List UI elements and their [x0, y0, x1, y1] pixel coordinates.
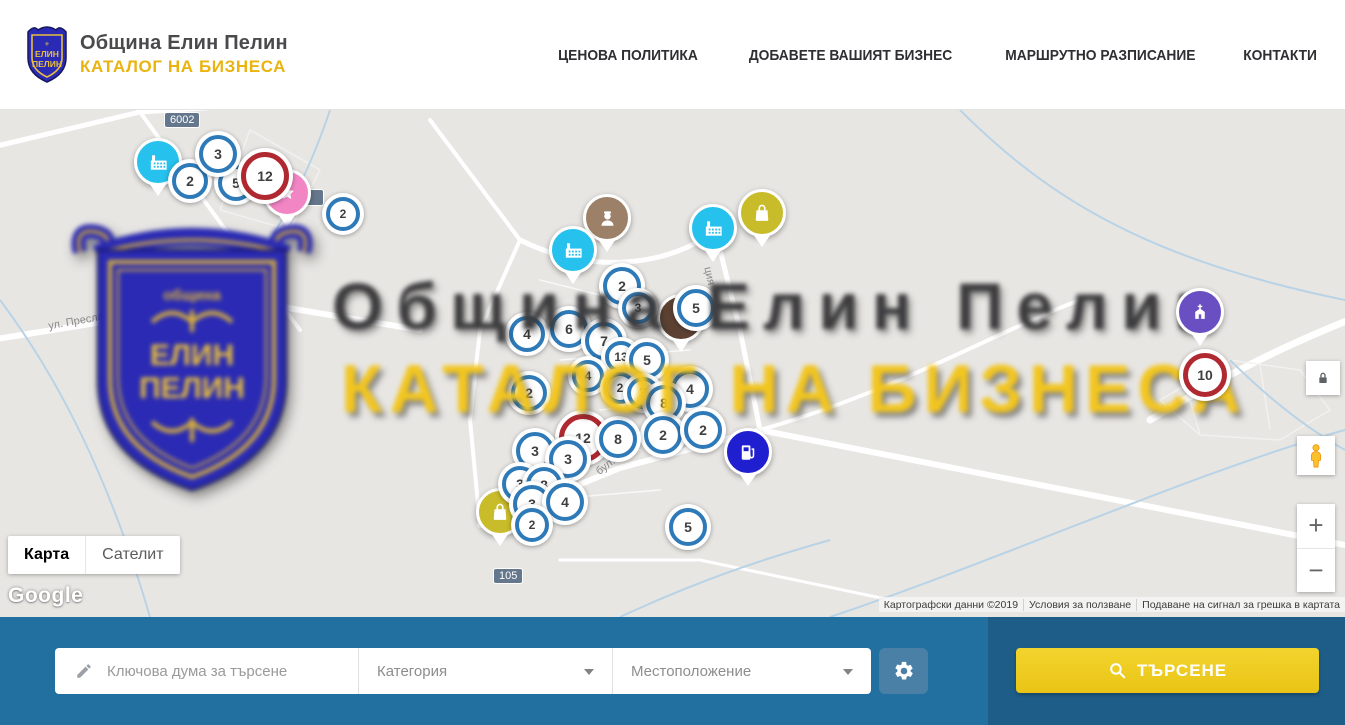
cluster-count: 3	[199, 135, 237, 173]
svg-text:ЕЛИН: ЕЛИН	[35, 49, 59, 59]
cluster-count: 5	[669, 508, 707, 546]
site-logo[interactable]: ⚜ ЕЛИН ПЕЛИН Община Елин Пелин КАТАЛОГ Н…	[24, 24, 288, 84]
google-map[interactable]: община ЕЛИН ПЕЛИН Община Елин Пелин КАТА…	[0, 110, 1345, 617]
advanced-search-gear-button[interactable]	[879, 648, 928, 694]
map-type-satellite-button[interactable]: Сателит	[85, 536, 179, 574]
cluster-count: 2	[326, 197, 360, 231]
header: ⚜ ЕЛИН ПЕЛИН Община Елин Пелин КАТАЛОГ Н…	[0, 0, 1345, 110]
map-cluster-marker[interactable]: 12	[237, 148, 293, 204]
cluster-count: 8	[599, 420, 637, 458]
search-button[interactable]: ТЪРСЕНЕ	[1016, 648, 1319, 693]
attribution-link[interactable]: Условия за ползване	[1023, 599, 1136, 611]
main-nav: ЦЕНОВА ПОЛИТИКА ДОБАВЕТЕ ВАШИЯТ БИЗНЕС МАР…	[552, 0, 1320, 110]
google-logo[interactable]: Google	[8, 584, 83, 608]
cluster-count: 3	[622, 292, 654, 324]
map-type-control: Карта Сателит	[8, 536, 180, 574]
chevron-down-icon	[584, 669, 594, 680]
map-pin-church[interactable]	[1176, 288, 1224, 336]
map-cluster-marker[interactable]: 2	[640, 412, 686, 458]
road-number-sign: 6002	[165, 113, 199, 127]
svg-text:ПЕЛИН: ПЕЛИН	[32, 59, 62, 69]
search-panel: Категория Местоположение ТЪРСЕНЕ	[0, 617, 1345, 725]
gear-icon	[893, 660, 915, 682]
attribution-link[interactable]: Подаване на сигнал за грешка в картата	[1136, 599, 1345, 611]
cluster-count: 12	[241, 152, 289, 200]
pencil-icon	[75, 662, 93, 680]
map-cluster-marker[interactable]: 3	[195, 131, 241, 177]
nav-item-1[interactable]: ЦЕНОВА ПОЛИТИКА	[558, 47, 698, 64]
map-attribution: Картографски данни ©2019Условия за ползв…	[879, 597, 1345, 612]
map-cluster-marker[interactable]: 2	[680, 407, 726, 453]
cluster-count: 4	[546, 483, 584, 521]
nav-item-2[interactable]: ДОБАВЕТЕ ВАШИЯТ БИЗНЕС	[749, 47, 952, 64]
map-type-map-button[interactable]: Карта	[8, 536, 85, 574]
search-icon	[1108, 661, 1127, 680]
map-cluster-marker[interactable]: 5	[673, 285, 719, 331]
map-cluster-marker[interactable]: 5	[665, 504, 711, 550]
cluster-count: 2	[515, 508, 549, 542]
lock-icon[interactable]	[1306, 361, 1340, 395]
road-number-sign: 105	[494, 569, 522, 583]
map-pin-factory[interactable]	[689, 204, 737, 252]
cluster-count: 2	[684, 411, 722, 449]
map-pin-factory[interactable]	[549, 226, 597, 274]
municipality-shield-icon: ⚜ ЕЛИН ПЕЛИН	[24, 24, 70, 84]
nav-item-4[interactable]: КОНТАКТИ	[1243, 47, 1317, 64]
site-title: Община Елин Пелин	[80, 32, 288, 55]
page: ⚜ ЕЛИН ПЕЛИН Община Елин Пелин КАТАЛОГ Н…	[0, 0, 1345, 725]
location-select[interactable]: Местоположение	[612, 648, 871, 694]
map-cluster-marker[interactable]: 2	[507, 371, 551, 415]
cluster-count: 5	[677, 289, 715, 327]
map-pin-fuel[interactable]	[724, 428, 772, 476]
map-pin-bag[interactable]	[738, 189, 786, 237]
map-cluster-marker[interactable]: 3	[618, 288, 658, 328]
attribution-text: Картографски данни ©2019	[879, 599, 1023, 611]
zoom-out-button[interactable]: −	[1297, 549, 1335, 593]
map-cluster-marker[interactable]: 8	[595, 416, 641, 462]
map-cluster-marker[interactable]: 4	[505, 312, 549, 356]
cluster-count: 2	[644, 416, 682, 454]
cluster-count: 10	[1183, 353, 1227, 397]
nav-item-3[interactable]: МАРШРУТНО РАЗПИСАНИЕ	[1005, 47, 1195, 64]
svg-text:⚜: ⚜	[44, 41, 49, 48]
cluster-count: 4	[509, 316, 545, 352]
map-cluster-marker[interactable]: 2	[322, 193, 364, 235]
pegman-street-view-icon[interactable]	[1297, 436, 1335, 475]
cluster-count: 2	[511, 375, 547, 411]
search-bar: Категория Местоположение	[55, 648, 871, 694]
zoom-control: + −	[1297, 504, 1335, 592]
category-select[interactable]: Категория	[358, 648, 612, 694]
zoom-in-button[interactable]: +	[1297, 504, 1335, 549]
keyword-search-input[interactable]	[105, 662, 339, 681]
chevron-down-icon	[843, 669, 853, 680]
map-cluster-marker[interactable]: 2	[511, 504, 553, 546]
map-cluster-marker[interactable]: 10	[1179, 349, 1231, 401]
site-subtitle: КАТАЛОГ НА БИЗНЕСА	[80, 57, 288, 77]
